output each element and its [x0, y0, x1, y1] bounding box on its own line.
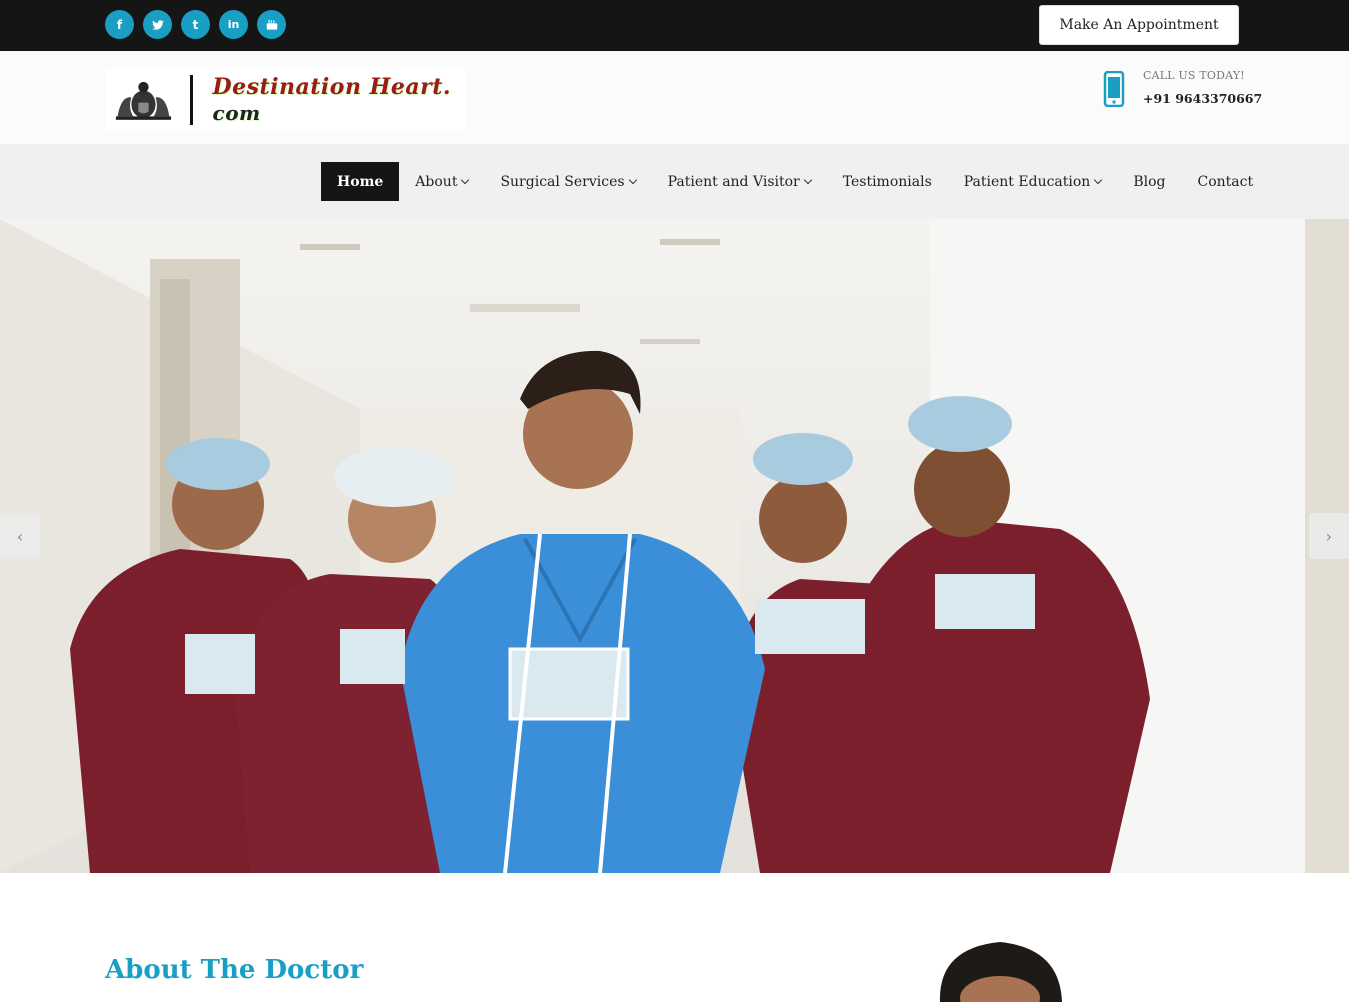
slider-next-button[interactable]: › [1309, 513, 1349, 559]
main-nav: Home About Surgical Services Patient and… [0, 144, 1349, 219]
hero-slider: ‹ › [0, 219, 1349, 873]
hero-image-surgical-team [0, 219, 1349, 873]
site-logo[interactable]: Destination Heart. com [105, 68, 466, 131]
top-bar: f t in Make An Appointment [0, 0, 1349, 51]
brand-name: Destination Heart. com [212, 73, 452, 125]
nav-item-patient-and-visitor[interactable]: Patient and Visitor [652, 162, 827, 201]
linkedin-icon[interactable]: in [219, 10, 248, 39]
call-us-label: CALL US TODAY! [1143, 69, 1245, 82]
make-appointment-button[interactable]: Make An Appointment [1039, 5, 1239, 45]
nav-item-blog[interactable]: Blog [1117, 162, 1181, 201]
phone-number[interactable]: +91 9643370667 [1143, 91, 1262, 106]
twitter-icon[interactable] [143, 10, 172, 39]
crest-icon [115, 81, 172, 120]
nav-item-patient-education[interactable]: Patient Education [948, 162, 1118, 201]
tumblr-icon[interactable]: t [181, 10, 210, 39]
about-section-title: About The Doctor [105, 955, 364, 985]
youtube-icon[interactable] [257, 10, 286, 39]
logo-divider [189, 74, 193, 125]
mobile-phone-icon [1103, 71, 1125, 107]
chevron-down-icon [803, 175, 812, 184]
nav-item-about[interactable]: About [399, 162, 484, 201]
social-links: f t in [105, 10, 286, 39]
nav-item-testimonials[interactable]: Testimonials [827, 162, 948, 201]
doctor-portrait-image [939, 942, 1062, 1002]
chevron-down-icon [1094, 175, 1103, 184]
nav-item-contact[interactable]: Contact [1181, 162, 1269, 201]
chevron-down-icon [461, 175, 470, 184]
facebook-icon[interactable]: f [105, 10, 134, 39]
chevron-down-icon [628, 175, 637, 184]
slider-prev-button[interactable]: ‹ [0, 513, 40, 559]
site-header: Destination Heart. com CALL US TODAY! +9… [0, 51, 1349, 144]
call-us-block: CALL US TODAY! +91 9643370667 [1103, 69, 1262, 107]
nav-item-home[interactable]: Home [321, 162, 400, 201]
nav-item-surgical-services[interactable]: Surgical Services [484, 162, 651, 201]
